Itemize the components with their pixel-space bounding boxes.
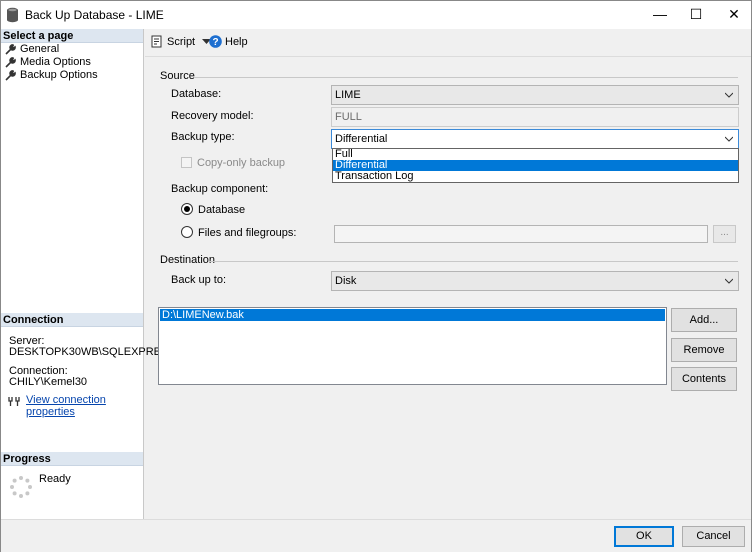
view-connection-properties-link[interactable]: View connection properties: [26, 394, 143, 418]
page-item-label: Backup Options: [20, 69, 98, 81]
svg-text:?: ?: [212, 37, 218, 48]
wrench-icon: [5, 44, 16, 55]
script-button[interactable]: Script: [151, 35, 212, 48]
database-label: Database:: [171, 88, 222, 100]
back-up-to-combo[interactable]: Disk: [331, 271, 739, 291]
page-item-media-options[interactable]: Media Options: [5, 56, 91, 69]
backup-type-value: Differential: [335, 133, 388, 145]
close-button[interactable]: ✕: [711, 1, 752, 29]
backup-database-dialog: Back Up Database - LIME — ☐ ✕ Select a p…: [0, 0, 752, 552]
backup-destination-list[interactable]: D:\LIMENew.bak: [158, 307, 667, 385]
component-database-radio[interactable]: [181, 203, 193, 215]
destination-divider: [209, 261, 738, 262]
ok-button[interactable]: OK: [614, 526, 674, 547]
database-icon: [7, 7, 18, 23]
browse-filegroups-button[interactable]: ...: [713, 225, 736, 243]
dropdown-option-full[interactable]: Full: [333, 149, 738, 160]
select-page-header: Select a page: [1, 29, 143, 43]
script-icon: [151, 35, 162, 48]
connection-value: CHILY\Kemel30: [9, 376, 88, 388]
backup-component-label: Backup component:: [171, 183, 269, 195]
chevron-down-icon: [725, 92, 733, 98]
dropdown-option-transaction-log[interactable]: Transaction Log: [333, 171, 738, 182]
wrench-icon: [5, 70, 16, 81]
progress-spinner-icon: [10, 476, 32, 498]
page-item-general[interactable]: General: [5, 43, 59, 56]
component-files-label: Files and filegroups:: [198, 227, 297, 239]
source-divider: [194, 77, 738, 78]
connection-header: Connection: [1, 313, 143, 327]
source-section-label: Source: [160, 70, 195, 82]
left-pane: Select a page General Media Options Back…: [1, 29, 176, 519]
page-item-label: General: [20, 43, 60, 55]
remove-button[interactable]: Remove: [671, 338, 737, 362]
connection-plug-icon: [8, 397, 20, 406]
progress-header: Progress: [1, 452, 143, 466]
database-combo[interactable]: LIME: [331, 85, 739, 105]
script-label: Script: [167, 35, 196, 48]
help-label: Help: [225, 35, 248, 48]
backup-type-dropdown[interactable]: Full Differential Transaction Log: [332, 148, 739, 183]
wrench-icon: [5, 57, 16, 68]
progress-status: Ready: [39, 473, 71, 485]
cancel-button[interactable]: Cancel: [682, 526, 745, 547]
back-up-to-label: Back up to:: [171, 274, 227, 286]
backup-type-combo[interactable]: Differential: [331, 129, 739, 149]
window-title: Back Up Database - LIME: [25, 8, 164, 22]
help-icon: ?: [209, 35, 222, 48]
back-up-to-value: Disk: [335, 275, 357, 287]
list-item[interactable]: D:\LIMENew.bak: [160, 309, 665, 321]
backup-type-label: Backup type:: [171, 131, 235, 143]
filegroups-field[interactable]: [334, 225, 708, 243]
page-item-label: Media Options: [20, 56, 91, 68]
help-button[interactable]: ? Help: [209, 35, 248, 48]
component-database-label: Database: [198, 204, 246, 216]
recovery-model-label: Recovery model:: [171, 110, 254, 122]
copy-only-checkbox[interactable]: [181, 157, 192, 168]
recovery-model-value: FULL: [335, 111, 362, 123]
chevron-down-icon: [725, 278, 733, 284]
server-value: DESKTOPK30WB\SQLEXPRESS: [9, 346, 176, 358]
destination-section-label: Destination: [160, 254, 216, 266]
page-item-backup-options[interactable]: Backup Options: [5, 69, 98, 82]
add-button[interactable]: Add...: [671, 308, 737, 332]
toolbar: Script ? Help: [145, 29, 751, 57]
chevron-down-icon: [725, 136, 733, 142]
dialog-footer: OK Cancel: [1, 519, 751, 552]
component-files-radio[interactable]: [181, 226, 193, 238]
title-bar[interactable]: Back Up Database - LIME — ☐ ✕: [1, 1, 751, 29]
contents-button[interactable]: Contents: [671, 367, 737, 391]
database-value: LIME: [335, 89, 361, 101]
copy-only-label: Copy-only backup: [197, 157, 286, 169]
recovery-model-field: FULL: [331, 107, 739, 127]
